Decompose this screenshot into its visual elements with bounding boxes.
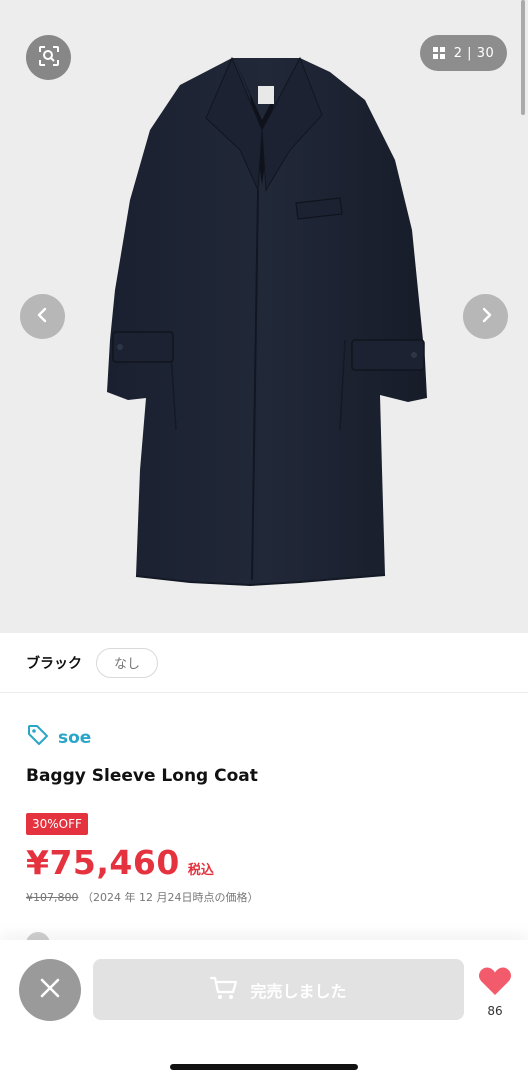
original-price: ¥107,800 bbox=[26, 891, 79, 904]
discount-badge: 30%OFF bbox=[26, 813, 88, 835]
image-search-icon bbox=[38, 45, 60, 71]
grid-icon bbox=[432, 47, 445, 59]
bottom-action-bar: 完売しました 86 bbox=[0, 940, 528, 1080]
product-title: Baggy Sleeve Long Coat bbox=[26, 766, 258, 786]
sold-out-button[interactable]: 完売しました bbox=[93, 959, 464, 1020]
tax-label: 税込 bbox=[187, 863, 214, 878]
next-image-button[interactable] bbox=[463, 294, 508, 339]
image-search-button[interactable] bbox=[26, 35, 71, 80]
color-label: ブラック bbox=[26, 655, 82, 672]
sold-out-label: 完売しました bbox=[250, 981, 347, 1001]
total-images: 30 bbox=[476, 45, 495, 61]
close-icon bbox=[39, 977, 61, 1003]
product-image-viewer[interactable]: 2 | 30 bbox=[0, 0, 528, 633]
chevron-right-icon bbox=[478, 307, 494, 327]
previous-image-button[interactable] bbox=[20, 294, 65, 339]
price-value: ¥75,460 bbox=[26, 843, 180, 882]
heart-icon bbox=[478, 966, 512, 1000]
like-count: 86 bbox=[487, 1004, 503, 1018]
like-button[interactable]: 86 bbox=[475, 966, 515, 1018]
product-image bbox=[107, 56, 427, 587]
original-price-line: ¥107,800 （2024 年 12 月24日時点の価格） bbox=[26, 889, 258, 905]
current-image-index: 2 bbox=[453, 45, 463, 61]
image-counter-button[interactable]: 2 | 30 bbox=[420, 35, 507, 71]
brand-name: soe bbox=[58, 727, 92, 748]
cart-icon bbox=[210, 976, 238, 1004]
page-scrollbar[interactable] bbox=[521, 0, 525, 115]
brand-link[interactable]: soe bbox=[26, 723, 91, 752]
tag-icon bbox=[26, 723, 50, 752]
close-button[interactable] bbox=[19, 959, 81, 1021]
price: ¥75,460 税込 bbox=[26, 843, 214, 882]
chevron-left-icon bbox=[35, 307, 51, 327]
counter-separator: | bbox=[467, 45, 473, 61]
image-counter: 2 | 30 bbox=[454, 46, 495, 61]
size-chip[interactable]: なし bbox=[96, 647, 159, 678]
variant-row: ブラック なし bbox=[0, 633, 528, 693]
price-note: （2024 年 12 月24日時点の価格） bbox=[82, 891, 259, 904]
home-indicator[interactable] bbox=[170, 1064, 358, 1070]
